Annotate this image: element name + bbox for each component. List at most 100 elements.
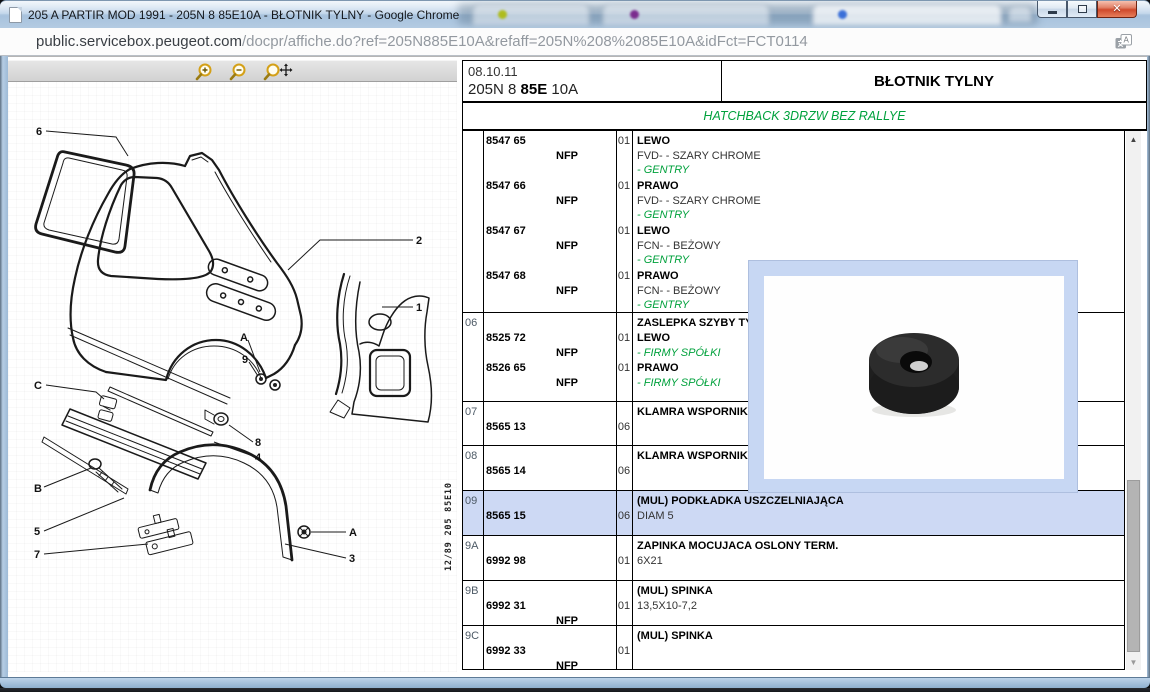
row-ref: 9C [465, 630, 482, 644]
background-tab [602, 4, 770, 25]
background-tab [472, 4, 590, 25]
part-number: 6992 33 [486, 645, 526, 659]
nfp-flag: NFP [483, 240, 578, 254]
doc-code: 205N 8 85E 10A [468, 81, 721, 98]
window-border-left [0, 56, 8, 678]
scroll-down-arrow[interactable]: ▼ [1126, 654, 1141, 670]
table-row[interactable]: 9C (MUL) SPINKA 6992 33 01 NFP [463, 626, 1125, 670]
url-domain: public.servicebox.peugeot.com [36, 33, 242, 50]
part-desc2: FCN- - BEŻOWY [637, 240, 721, 254]
zoom-pan-button[interactable] [265, 64, 293, 80]
part-head: KLAMRA WSPORNIKA [637, 406, 756, 420]
part-desc2: 6X21 [637, 555, 663, 569]
part-qty: 01 [616, 555, 632, 569]
part-note: - GENTRY [637, 209, 689, 223]
part-number: 8565 14 [486, 465, 526, 479]
diagram-label-2: 2 [416, 235, 422, 247]
diagram-label-8: 8 [255, 437, 261, 449]
bracket-7 [136, 508, 193, 556]
zoom-out-button[interactable] [231, 65, 245, 80]
page-icon [9, 7, 22, 23]
diagram-label-6: 6 [36, 126, 42, 138]
page-title: BŁOTNIK TYLNY [722, 61, 1146, 101]
part-qty: 01 [616, 600, 632, 614]
scrollbar-thumb[interactable] [1127, 480, 1140, 652]
table-row[interactable]: 9B (MUL) SPINKA 6992 31 01 13,5X10-7,2 N… [463, 581, 1125, 626]
diagram-label-5: 5 [34, 526, 40, 538]
row-ref: 06 [465, 317, 482, 331]
diagram-footer-code: 12/89 205 85E10 [444, 482, 454, 571]
part-desc2: FVD- - SZARY CHROME [637, 150, 761, 164]
diagram-toolbar [8, 60, 457, 82]
minimize-button[interactable] [1037, 1, 1067, 18]
part-number: 8565 15 [486, 510, 526, 524]
diagram-label-3: 3 [349, 553, 355, 565]
nfp-flag: NFP [483, 195, 578, 209]
diagram-label-1: 1 [416, 302, 422, 314]
row-ref: 09 [465, 495, 482, 509]
doc-code-prefix: 205N 8 [468, 81, 521, 98]
part-note: - GENTRY [637, 164, 689, 178]
part-head: (MUL) SPINKA [637, 585, 713, 599]
maximize-button[interactable] [1067, 1, 1097, 18]
diagram-canvas[interactable]: 6 2 1 A 9 C B 5 7 8 4 A 3 12/89 205 85E1… [8, 82, 457, 672]
diagram-zoom-tools [191, 62, 311, 82]
col-sep [483, 402, 484, 445]
col-sep [632, 446, 633, 490]
col-sep [483, 536, 484, 580]
url-path: /docpr/affiche.do?ref=205N885E10A&refaff… [242, 33, 808, 50]
part-note: - GENTRY [637, 254, 689, 268]
part-head: (MUL) SPINKA [637, 630, 713, 644]
diagram-label-9: 9 [242, 354, 248, 366]
part-qty: 01 [616, 180, 632, 194]
clip-c [96, 395, 117, 421]
part-desc: PRAWO [637, 362, 679, 376]
zoom-in-button[interactable] [197, 65, 211, 80]
scroll-up-arrow[interactable]: ▲ [1126, 131, 1141, 147]
table-row-selected[interactable]: 09 (MUL) PODKŁADKA USZCZELNIAJĄCA 8565 1… [463, 491, 1125, 536]
part-number: 8547 68 [486, 270, 526, 284]
part-head: (MUL) PODKŁADKA USZCZELNIAJĄCA [637, 495, 844, 509]
part-photo [764, 276, 1064, 479]
part-qty: 06 [616, 510, 632, 524]
part-qty: 01 [616, 135, 632, 149]
nfp-flag: NFP [483, 660, 578, 670]
part-desc2: 13,5X10-7,2 [637, 600, 697, 614]
url-text[interactable]: public.servicebox.peugeot.com/docpr/affi… [36, 33, 808, 50]
parts-header: 08.10.11 205N 8 85E 10A BŁOTNIK TYLNY [462, 60, 1147, 103]
browser-window: 205 A PARTIR MOD 1991 - 205N 8 85E10A - … [0, 0, 1150, 692]
col-sep [632, 581, 633, 625]
part-qty: 01 [616, 645, 632, 659]
translate-icon[interactable]: A [1115, 34, 1132, 51]
part-desc2: FVD- - SZARY CHROME [637, 195, 761, 209]
nfp-flag: NFP [483, 377, 578, 391]
part-number: 6992 31 [486, 600, 526, 614]
col-sep [616, 131, 617, 312]
part-photo-popup [748, 260, 1078, 493]
background-tab-favicon [498, 10, 507, 19]
table-row[interactable]: 9A ZAPINKA MOCUJACA OSLONY TERM. 6992 98… [463, 536, 1125, 581]
screw-8 [205, 410, 228, 425]
minimize-icon [1048, 11, 1057, 14]
part-note: - FIRMY SPÓŁKI [637, 347, 721, 361]
slotted-plate [206, 257, 270, 293]
doc-date: 08.10.11 [468, 64, 721, 79]
part-qty: 01 [616, 362, 632, 376]
grommet-a [298, 526, 310, 538]
address-bar[interactable]: public.servicebox.peugeot.com/docpr/affi… [0, 28, 1150, 56]
diagram-label-7: 7 [34, 549, 40, 561]
nfp-flag: NFP [483, 150, 578, 164]
parts-header-ref: 08.10.11 205N 8 85E 10A [463, 61, 722, 101]
background-newtab-nub [1008, 6, 1032, 22]
col-sep [632, 536, 633, 580]
doc-code-suffix: 10A [547, 81, 578, 98]
part-qty: 06 [616, 421, 632, 435]
title-bar[interactable]: 205 A PARTIR MOD 1991 - 205N 8 85E10A - … [0, 0, 1150, 28]
close-button[interactable]: ✕ [1097, 1, 1137, 18]
window-title: 205 A PARTIR MOD 1991 - 205N 8 85E10A - … [28, 8, 459, 22]
maximize-icon [1078, 5, 1087, 13]
part-number: 8526 65 [486, 362, 526, 376]
part-qty: 01 [616, 225, 632, 239]
part-head: ZAPINKA MOCUJACA OSLONY TERM. [637, 540, 838, 554]
diagram-label-a2: A [349, 527, 357, 539]
